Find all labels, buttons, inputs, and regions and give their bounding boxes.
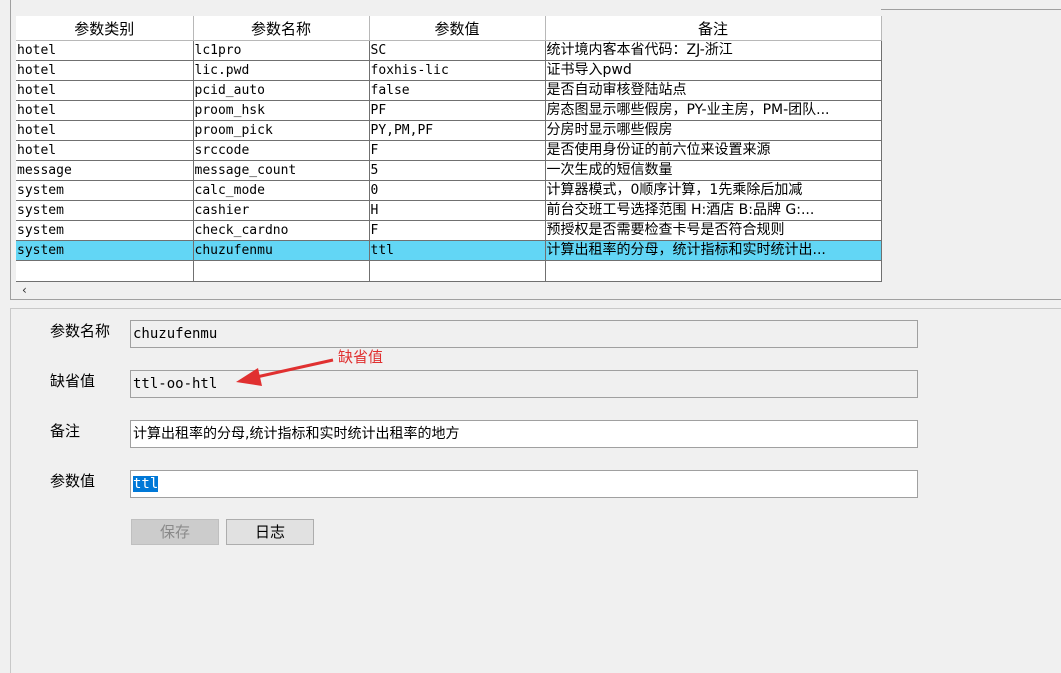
column-header-value[interactable]: 参数值 [369, 16, 546, 41]
cell-category[interactable]: hotel [16, 140, 194, 161]
cell-remark[interactable]: 房态图显示哪些假房，PY-业主房，PM-团队... [545, 100, 882, 121]
cell-category[interactable]: system [16, 180, 194, 201]
param-value-field[interactable]: ttl [130, 470, 918, 498]
cell-value[interactable]: PY,PM,PF [369, 120, 546, 141]
table-row[interactable]: hotel pcid_auto false 是否自动审核登陆站点 [16, 80, 882, 101]
form-top-rule [10, 308, 1061, 309]
cell-remark[interactable]: 分房时显示哪些假房 [545, 120, 882, 141]
cell-value[interactable]: H [369, 200, 546, 221]
cell-value[interactable]: PF [369, 100, 546, 121]
table-row[interactable]: hotel srccode F 是否使用身份证的前六位来设置来源 [16, 140, 882, 161]
grid-left-border [10, 0, 11, 300]
table-row[interactable]: system check_cardno F 预授权是否需要检查卡号是否符合规则 [16, 220, 882, 241]
table-row[interactable]: hotel proom_hsk PF 房态图显示哪些假房，PY-业主房，PM-团队..… [16, 100, 882, 121]
cell-value[interactable]: ttl [369, 240, 546, 261]
save-button[interactable]: 保存 [131, 519, 219, 545]
cell-remark[interactable]: 证书导入pwd [545, 60, 882, 81]
scroll-left-arrow-icon[interactable]: ‹ [22, 282, 27, 299]
cell-name[interactable]: message_count [193, 160, 370, 181]
cell-name[interactable]: lc1pro [193, 40, 370, 61]
grid-top-rule [881, 9, 1061, 10]
parameter-table[interactable]: 参数类别 参数名称 参数值 备注 hotel lc1pro SC 统计境内客本省代码：… [16, 16, 882, 282]
empty-cell[interactable] [16, 260, 194, 282]
default-value-label: 缺省值 [50, 372, 96, 390]
remark-label: 备注 [50, 422, 81, 440]
annotation-label: 缺省值 [338, 348, 384, 366]
cell-value[interactable]: false [369, 80, 546, 101]
cell-remark[interactable]: 计算出租率的分母，统计指标和实时统计出... [545, 240, 882, 261]
cell-remark[interactable]: 是否自动审核登陆站点 [545, 80, 882, 101]
cell-remark[interactable]: 一次生成的短信数量 [545, 160, 882, 181]
cell-name[interactable]: calc_mode [193, 180, 370, 201]
log-button[interactable]: 日志 [226, 519, 314, 545]
cell-remark[interactable]: 是否使用身份证的前六位来设置来源 [545, 140, 882, 161]
cell-remark[interactable]: 预授权是否需要检查卡号是否符合规则 [545, 220, 882, 241]
cell-category[interactable]: system [16, 240, 194, 261]
table-row[interactable]: system calc_mode 0 计算器模式，0顺序计算，1先乘除后加减 [16, 180, 882, 201]
cell-value[interactable]: SC [369, 40, 546, 61]
cell-name[interactable]: chuzufenmu [193, 240, 370, 261]
cell-name[interactable]: pcid_auto [193, 80, 370, 101]
cell-value[interactable]: 5 [369, 160, 546, 181]
cell-category[interactable]: hotel [16, 120, 194, 141]
cell-name[interactable]: check_cardno [193, 220, 370, 241]
parameter-grid-panel: 参数类别 参数名称 参数值 备注 hotel lc1pro SC 统计境内客本省代码：… [0, 0, 1061, 300]
cell-category[interactable]: message [16, 160, 194, 181]
cell-value[interactable]: foxhis-lic [369, 60, 546, 81]
cell-name[interactable]: srccode [193, 140, 370, 161]
param-name-field[interactable]: chuzufenmu [130, 320, 918, 348]
parameter-grid[interactable]: 参数类别 参数名称 参数值 备注 hotel lc1pro SC 统计境内客本省代码：… [16, 16, 882, 282]
empty-cell[interactable] [193, 260, 370, 282]
new-row[interactable] [16, 260, 882, 282]
cell-value[interactable]: 0 [369, 180, 546, 201]
column-header-name[interactable]: 参数名称 [193, 16, 370, 41]
table-row[interactable]: system chuzufenmu ttl 计算出租率的分母，统计指标和实时统计出..… [16, 240, 882, 261]
cell-category[interactable]: system [16, 220, 194, 241]
cell-category[interactable]: hotel [16, 80, 194, 101]
column-header-remark[interactable]: 备注 [545, 16, 882, 41]
param-name-label: 参数名称 [50, 322, 111, 340]
param-value-label: 参数值 [50, 472, 96, 490]
table-header-row: 参数类别 参数名称 参数值 备注 [16, 16, 882, 41]
table-row[interactable]: hotel lic.pwd foxhis-lic 证书导入pwd [16, 60, 882, 81]
column-header-category[interactable]: 参数类别 [16, 16, 194, 41]
param-value-selected-text: ttl [133, 476, 159, 492]
cell-name[interactable]: cashier [193, 200, 370, 221]
form-left-border [10, 309, 11, 673]
cell-remark[interactable]: 统计境内客本省代码：ZJ-浙江 [545, 40, 882, 61]
cell-remark[interactable]: 计算器模式，0顺序计算，1先乘除后加减 [545, 180, 882, 201]
cell-value[interactable]: F [369, 140, 546, 161]
table-row[interactable]: hotel proom_pick PY,PM,PF 分房时显示哪些假房 [16, 120, 882, 141]
cell-name[interactable]: proom_hsk [193, 100, 370, 121]
cell-category[interactable]: hotel [16, 100, 194, 121]
table-row[interactable]: system cashier H 前台交班工号选择范围 H:酒店 B:品牌 G:... [16, 200, 882, 221]
cell-name[interactable]: proom_pick [193, 120, 370, 141]
empty-cell[interactable] [369, 260, 546, 282]
grid-bottom-rule [10, 299, 1061, 300]
cell-category[interactable]: hotel [16, 60, 194, 81]
cell-category[interactable]: hotel [16, 40, 194, 61]
horizontal-scrollbar[interactable]: ‹ [16, 282, 1061, 299]
cell-value[interactable]: F [369, 220, 546, 241]
table-row[interactable]: hotel lc1pro SC 统计境内客本省代码：ZJ-浙江 [16, 40, 882, 61]
table-row[interactable]: message message_count 5 一次生成的短信数量 [16, 160, 882, 181]
cell-remark[interactable]: 前台交班工号选择范围 H:酒店 B:品牌 G:... [545, 200, 882, 221]
cell-category[interactable]: system [16, 200, 194, 221]
default-value-field[interactable]: ttl-oo-htl [130, 370, 918, 398]
cell-name[interactable]: lic.pwd [193, 60, 370, 81]
remark-field[interactable]: 计算出租率的分母,统计指标和实时统计出租率的地方 [130, 420, 918, 448]
empty-cell[interactable] [545, 260, 882, 282]
